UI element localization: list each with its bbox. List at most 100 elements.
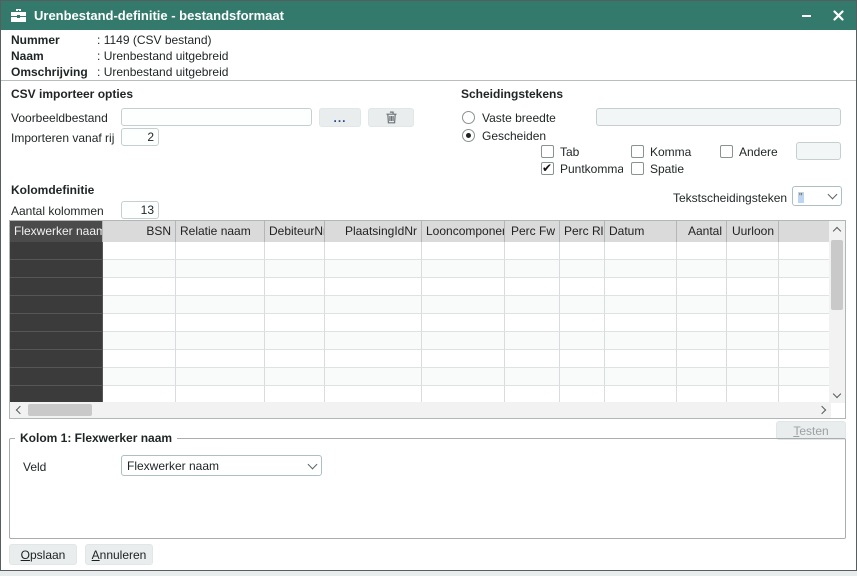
table-cell[interactable]: [727, 350, 779, 368]
gescheiden-label[interactable]: Gescheiden: [482, 127, 546, 145]
table-cell[interactable]: [422, 350, 505, 368]
spatie-checkbox[interactable]: [631, 162, 644, 175]
table-cell[interactable]: [505, 350, 560, 368]
column-header-datum[interactable]: Datum: [605, 221, 677, 242]
table-cell[interactable]: [605, 350, 677, 368]
table-cell[interactable]: [677, 278, 727, 296]
table-cell[interactable]: [103, 368, 176, 386]
table-cell[interactable]: [505, 368, 560, 386]
table-row[interactable]: [10, 278, 831, 296]
column-header-empty[interactable]: [779, 221, 831, 242]
table-cell[interactable]: [325, 332, 422, 350]
table-cell[interactable]: [325, 368, 422, 386]
table-cell[interactable]: [505, 278, 560, 296]
table-cell[interactable]: [422, 278, 505, 296]
table-cell[interactable]: [605, 296, 677, 314]
table-cell[interactable]: [265, 260, 325, 278]
table-cell[interactable]: [325, 296, 422, 314]
table-cell[interactable]: [176, 332, 265, 350]
andere-input[interactable]: [796, 142, 841, 160]
table-cell[interactable]: [103, 278, 176, 296]
table-cell[interactable]: [265, 314, 325, 332]
column-header-perc-fw[interactable]: Perc Fw: [505, 221, 560, 242]
table-cell[interactable]: [325, 242, 422, 260]
table-cell[interactable]: [560, 314, 605, 332]
puntkomma-label[interactable]: Puntkomma: [560, 160, 623, 178]
table-cell[interactable]: [422, 368, 505, 386]
table-cell[interactable]: [677, 332, 727, 350]
table-cell[interactable]: [422, 332, 505, 350]
table-cell[interactable]: [10, 242, 103, 260]
column-header-plaatsingidnr[interactable]: PlaatsingIdNr: [325, 221, 422, 242]
table-cell[interactable]: [779, 296, 831, 314]
table-cell[interactable]: [727, 332, 779, 350]
table-cell[interactable]: [265, 368, 325, 386]
scroll-left-button[interactable]: [10, 402, 26, 418]
table-cell[interactable]: [677, 260, 727, 278]
table-row[interactable]: [10, 332, 831, 350]
table-cell[interactable]: [103, 242, 176, 260]
table-cell[interactable]: [10, 332, 103, 350]
table-row[interactable]: [10, 368, 831, 386]
importeren-vanaf-rij-input[interactable]: [121, 128, 159, 146]
table-cell[interactable]: [727, 368, 779, 386]
table-cell[interactable]: [727, 260, 779, 278]
opslaan-button[interactable]: Opslaan: [9, 544, 77, 565]
table-cell[interactable]: [265, 296, 325, 314]
table-cell[interactable]: [10, 278, 103, 296]
table-cell[interactable]: [422, 296, 505, 314]
table-cell[interactable]: [727, 314, 779, 332]
scroll-down-button[interactable]: [829, 387, 845, 403]
table-cell[interactable]: [325, 278, 422, 296]
table-cell[interactable]: [422, 314, 505, 332]
table-row[interactable]: [10, 350, 831, 368]
table-cell[interactable]: [103, 296, 176, 314]
table-cell[interactable]: [779, 242, 831, 260]
table-cell[interactable]: [176, 368, 265, 386]
column-header-relatie-naam[interactable]: Relatie naam: [176, 221, 265, 242]
table-cell[interactable]: [560, 368, 605, 386]
table-cell[interactable]: [176, 350, 265, 368]
vaste-breedte-input[interactable]: [596, 108, 841, 126]
table-cell[interactable]: [677, 368, 727, 386]
table-cell[interactable]: [605, 314, 677, 332]
table-cell[interactable]: [677, 296, 727, 314]
table-cell[interactable]: [10, 296, 103, 314]
table-cell[interactable]: [265, 278, 325, 296]
table-cell[interactable]: [10, 314, 103, 332]
column-header-perc-rl[interactable]: Perc Rl: [560, 221, 605, 242]
table-cell[interactable]: [10, 350, 103, 368]
column-header-flexwerker-naam[interactable]: Flexwerker naam: [10, 221, 103, 242]
table-cell[interactable]: [605, 242, 677, 260]
komma-checkbox[interactable]: [631, 145, 644, 158]
table-row[interactable]: [10, 296, 831, 314]
vertical-scrollbar[interactable]: [829, 221, 845, 403]
table-cell[interactable]: [176, 260, 265, 278]
table-cell[interactable]: [422, 242, 505, 260]
table-cell[interactable]: [560, 332, 605, 350]
andere-label[interactable]: Andere: [739, 143, 778, 161]
table-cell[interactable]: [325, 314, 422, 332]
table-cell[interactable]: [325, 350, 422, 368]
table-cell[interactable]: [103, 350, 176, 368]
table-cell[interactable]: [505, 260, 560, 278]
table-cell[interactable]: [779, 332, 831, 350]
table-cell[interactable]: [779, 368, 831, 386]
table-cell[interactable]: [560, 350, 605, 368]
table-cell[interactable]: [605, 260, 677, 278]
column-header-bsn[interactable]: BSN: [103, 221, 176, 242]
column-header-looncomponent[interactable]: Looncomponent: [422, 221, 505, 242]
aantal-kolommen-input[interactable]: [121, 201, 159, 219]
andere-checkbox[interactable]: [720, 145, 733, 158]
table-cell[interactable]: [560, 242, 605, 260]
puntkomma-checkbox[interactable]: [541, 161, 554, 175]
column-header-uurloon[interactable]: Uurloon: [727, 221, 779, 242]
minimize-icon[interactable]: [798, 8, 814, 24]
table-cell[interactable]: [677, 314, 727, 332]
table-row[interactable]: [10, 242, 831, 260]
column-header-aantal[interactable]: Aantal: [677, 221, 727, 242]
vaste-breedte-radio[interactable]: [462, 111, 475, 124]
annuleren-button[interactable]: Annuleren: [85, 544, 153, 565]
table-cell[interactable]: [560, 278, 605, 296]
column-header-debiteurnr[interactable]: DebiteurNr: [265, 221, 325, 242]
